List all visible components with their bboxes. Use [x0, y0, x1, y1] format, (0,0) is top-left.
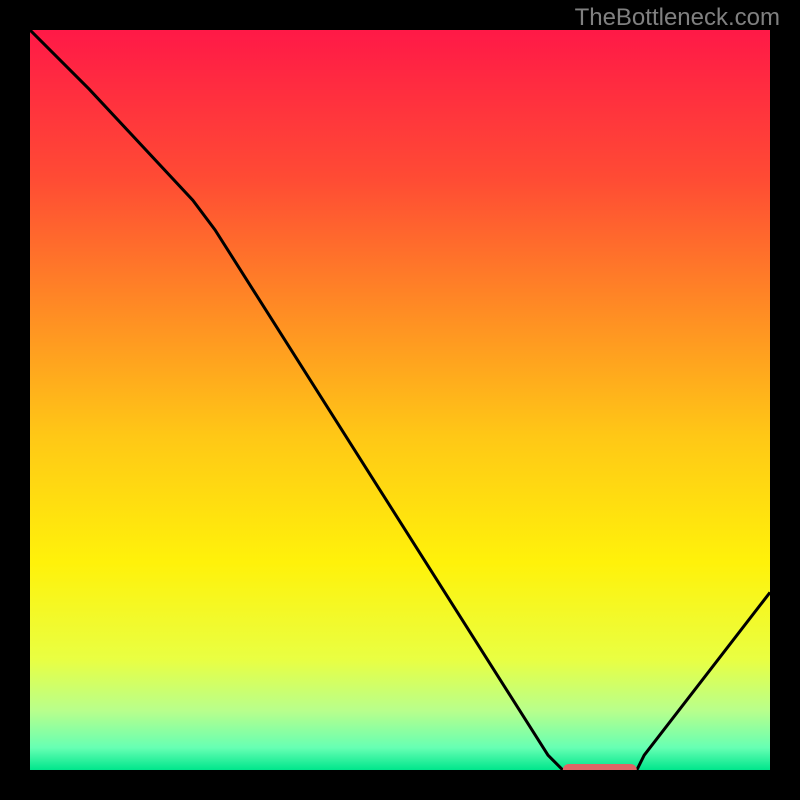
chart-container: TheBottleneck.com	[0, 0, 800, 800]
chart-svg	[30, 30, 770, 770]
gradient-background	[30, 30, 770, 770]
plot-area	[30, 30, 770, 770]
optimal-marker	[563, 764, 637, 770]
watermark-text: TheBottleneck.com	[575, 4, 780, 32]
